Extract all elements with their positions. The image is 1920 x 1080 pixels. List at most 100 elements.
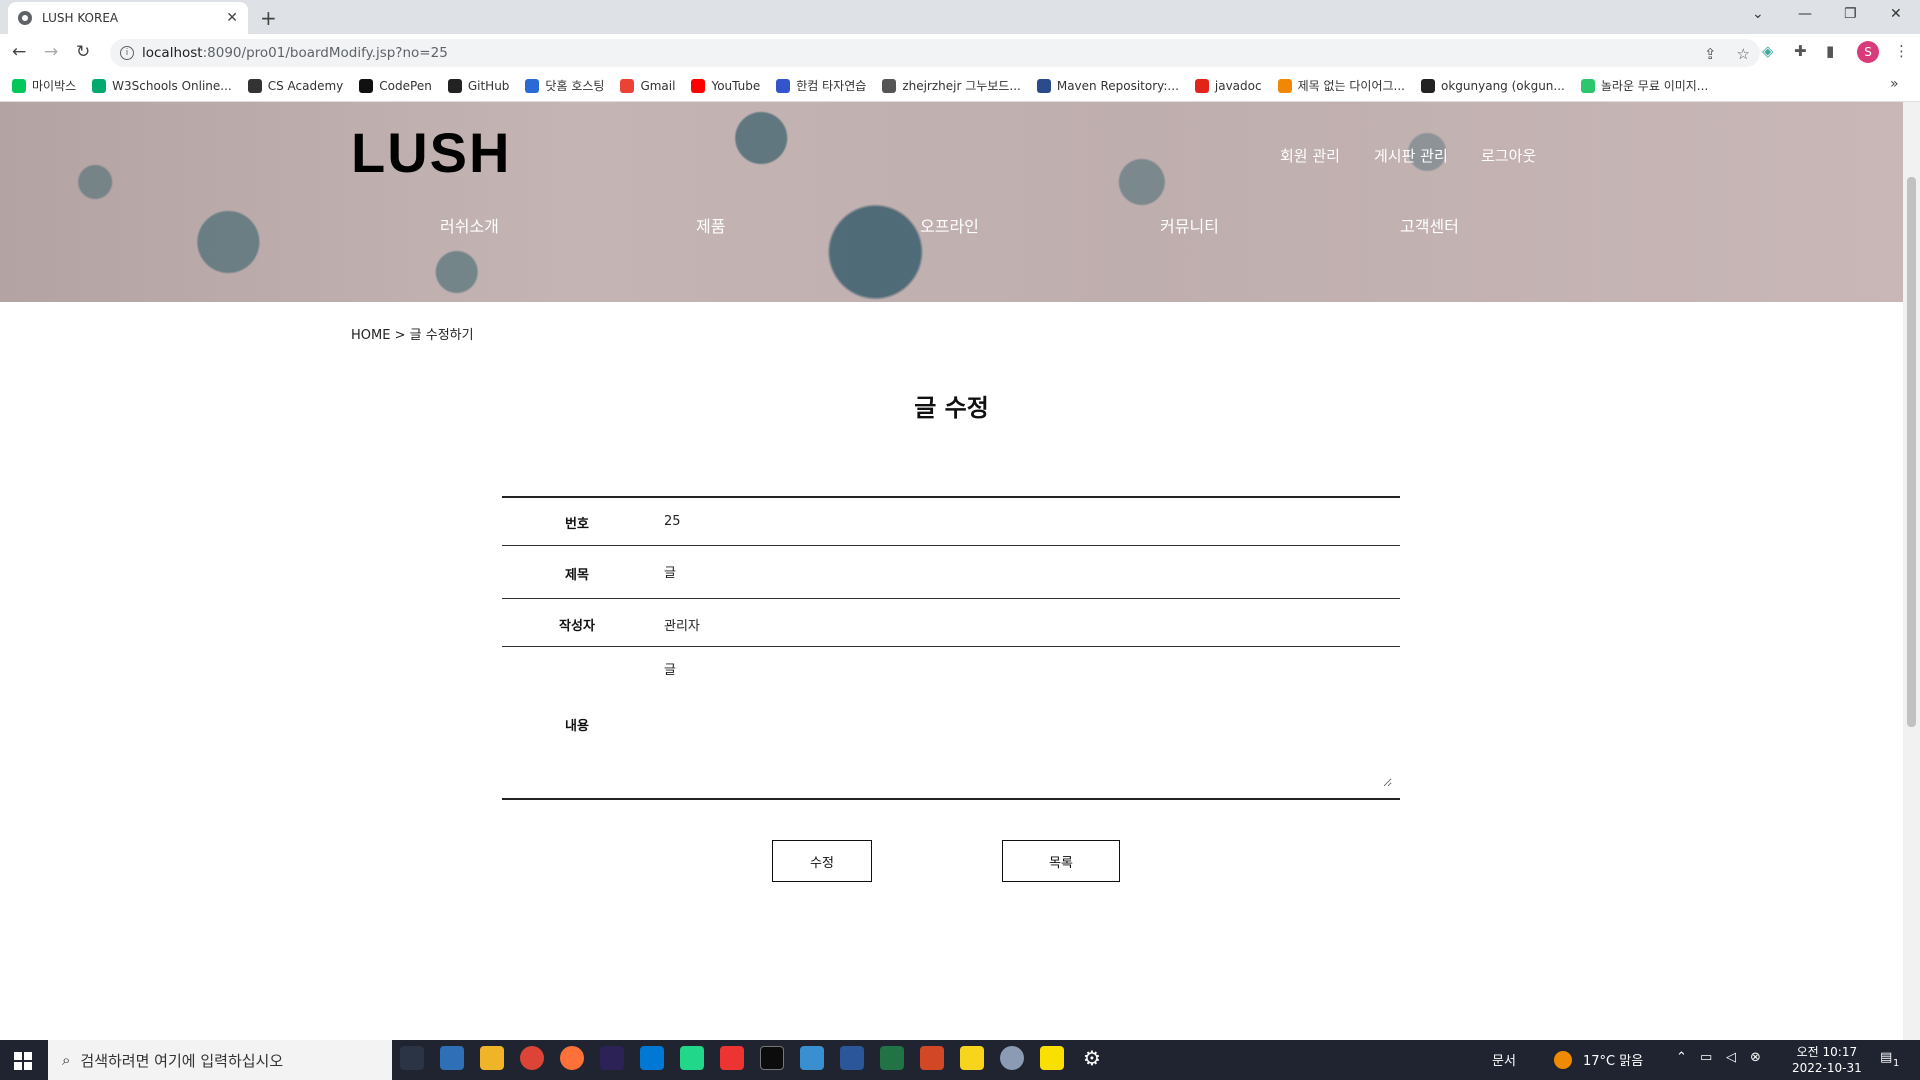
reload-icon[interactable]: ↻ [76,42,90,62]
new-tab-icon[interactable]: + [260,6,277,30]
page-scrollbar[interactable] [1903,102,1920,1040]
submit-modify-button[interactable]: 수정 [772,840,872,882]
restore-icon[interactable]: ❐ [1844,6,1857,22]
paint-icon[interactable] [1000,1046,1024,1070]
close-tab-icon[interactable]: ✕ [226,10,238,26]
content-textarea[interactable]: 글 [662,657,1392,787]
weather-sun-icon [1554,1051,1572,1069]
pycharm-icon[interactable] [680,1046,704,1070]
file-explorer-icon[interactable] [480,1046,504,1070]
bookmark-item[interactable]: zhejrzhejr 그누보드... [882,77,1021,94]
scrollbar-thumb[interactable] [1907,177,1916,727]
taskbar-search-input[interactable]: ⌕ 검색하려면 여기에 입력하십시오 [48,1040,392,1080]
weather-text[interactable]: 17°C 맑음 [1583,1050,1643,1069]
form-row-content: 내용 글 [502,647,1400,800]
bookmark-item[interactable]: javadoc [1194,78,1262,93]
taskbar-search-placeholder: 검색하려면 여기에 입력하십시오 [80,1051,284,1070]
tab-search-icon[interactable]: ⌄ [1752,6,1764,22]
site-info-icon[interactable]: i [120,46,134,60]
bookmark-item[interactable]: 한컴 타자연습 [776,77,866,94]
nav-community[interactable]: 커뮤니티 [1160,213,1219,237]
windows-start-icon[interactable] [14,1052,32,1070]
globe-icon [18,11,32,25]
bookmark-label: 놀라운 무료 이미지... [1600,79,1709,93]
bookmark-item[interactable]: CodePen [359,78,432,93]
powerpoint-icon[interactable] [920,1046,944,1070]
nav-products[interactable]: 제품 [696,213,725,237]
bookmark-item[interactable]: GitHub [447,78,510,93]
page-title: 글 수정 [914,394,989,422]
oracle-icon [1194,78,1209,93]
bookmark-label: 한컴 타자연습 [796,79,867,93]
browser-tab[interactable]: LUSH KOREA ✕ [8,2,248,34]
extension-icon[interactable]: ◈ [1762,42,1774,60]
word-icon[interactable] [840,1046,864,1070]
volume-icon[interactable]: ◁ [1726,1050,1736,1065]
menu-member-admin[interactable]: 회원 관리 [1280,145,1340,166]
bookmark-item[interactable]: CS Academy [247,78,343,93]
nav-about[interactable]: 러쉬소개 [440,213,499,237]
form-row-title: 제목 글 [502,546,1400,599]
more-bookmarks-icon[interactable]: » [1890,76,1899,92]
drawio-icon [1277,78,1292,93]
app-icon[interactable] [800,1046,824,1070]
terminal-icon[interactable] [760,1046,784,1070]
site-logo[interactable]: LUSH [351,120,511,185]
docs-label[interactable]: 문서 [1492,1050,1516,1069]
clock-date: 2022-10-31 [1792,1061,1862,1075]
bookmark-item[interactable]: Gmail [620,78,675,93]
forward-icon[interactable]: → [44,42,58,62]
back-to-list-button[interactable]: 목록 [1002,840,1120,882]
bookmark-item[interactable]: 놀라운 무료 이미지... [1580,77,1709,94]
eclipse-icon[interactable] [600,1046,624,1070]
menu-board-admin[interactable]: 게시판 관리 [1374,145,1448,166]
kakaotalk-icon[interactable] [1040,1046,1064,1070]
notification-center-icon[interactable]: ▤ [1880,1050,1892,1065]
bookmark-item[interactable]: okgunyang (okgun... [1421,78,1565,93]
chrome-icon[interactable] [520,1046,544,1070]
bookmark-item[interactable]: Maven Repository:... [1036,78,1179,93]
app-icon[interactable] [440,1046,464,1070]
minimize-icon[interactable]: — [1798,6,1812,22]
share-icon[interactable]: ⇪ [1704,45,1717,63]
bookmark-item[interactable]: 제목 없는 다이어그... [1277,77,1405,94]
taskbar-clock[interactable]: 오전 10:17 2022-10-31 [1792,1044,1862,1076]
title-field[interactable]: 글 [664,562,676,581]
github-icon [1421,78,1435,93]
task-view-icon[interactable] [400,1046,424,1070]
edit-post-form: 번호 25 제목 글 작성자 관리자 내용 글 [502,496,1400,800]
menu-logout[interactable]: 로그아웃 [1481,145,1536,166]
close-window-icon[interactable]: ✕ [1890,6,1902,22]
form-row-author: 작성자 관리자 [502,599,1400,647]
url-field[interactable]: i localhost:8090/pro01/boardModify.jsp?n… [110,39,1760,67]
profile-avatar[interactable]: S [1857,41,1879,63]
network-icon[interactable]: ▭ [1700,1050,1712,1065]
nav-offline[interactable]: 오프라인 [920,213,979,237]
git-icon[interactable] [720,1046,744,1070]
bookmark-item[interactable]: W3Schools Online... [92,78,232,93]
number-label: 번호 [565,517,589,532]
settings-gear-icon[interactable]: ⚙ [1080,1046,1104,1070]
menu-kebab-icon[interactable]: ⋮ [1894,42,1909,60]
bookmark-item[interactable]: 닷홈 호스팅 [525,77,604,94]
breadcrumb-home[interactable]: HOME [351,328,390,343]
bookmark-item[interactable]: YouTube [691,78,760,93]
vscode-icon[interactable] [640,1046,664,1070]
tray-chevron-icon[interactable]: ⌃ [1676,1050,1687,1065]
sticky-notes-icon[interactable] [960,1046,984,1070]
bookmark-star-icon[interactable]: ☆ [1737,45,1750,63]
back-icon[interactable]: ← [12,42,26,62]
notification-off-icon[interactable]: ⊗ [1750,1050,1761,1065]
gmail-icon [620,78,635,93]
url-host: localhost [142,45,203,61]
extensions-puzzle-icon[interactable]: ✚ [1794,42,1807,60]
search-icon: ⌕ [62,1051,71,1069]
bookmark-label: GitHub [467,78,510,93]
nav-customer-center[interactable]: 고객센터 [1400,213,1459,237]
excel-icon[interactable] [880,1046,904,1070]
firefox-icon[interactable] [560,1046,584,1070]
bookmark-item[interactable]: 마이박스 [12,77,76,94]
content-label: 내용 [565,719,589,734]
breadcrumb-separator: > [394,328,406,343]
side-panel-icon[interactable]: ▮ [1826,42,1834,60]
